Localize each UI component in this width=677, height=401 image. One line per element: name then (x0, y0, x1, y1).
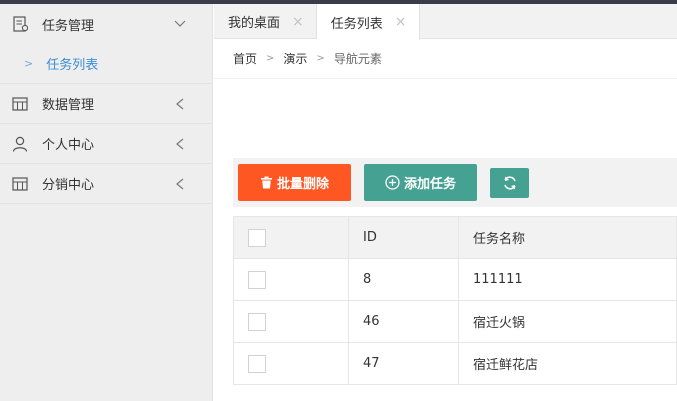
tab-label: 我的桌面 (228, 16, 281, 31)
store-icon (12, 176, 28, 192)
refresh-icon (502, 175, 518, 191)
table-header-row: ID 任务名称 (233, 216, 677, 259)
breadcrumb-demo[interactable]: 演示 (283, 50, 307, 67)
close-icon[interactable]: × (395, 14, 407, 30)
batch-delete-button[interactable]: 批量删除 (238, 164, 351, 201)
tab-task-list[interactable]: 任务列表 × (316, 4, 420, 40)
cell-task-name: 宿迁鲜花店 (458, 342, 677, 385)
select-all-cell (233, 216, 349, 259)
toolbar: 批量删除 添加任务 (233, 158, 677, 207)
add-task-button[interactable]: 添加任务 (364, 164, 477, 201)
refresh-button[interactable] (490, 167, 529, 198)
task-icon (12, 16, 28, 32)
chevron-right-icon: > (24, 57, 34, 70)
plus-circle-icon (385, 175, 400, 190)
sidebar-item-task-management[interactable]: 任务管理 (0, 4, 212, 44)
divider (214, 78, 677, 79)
sidebar-item-personal-center[interactable]: 个人中心 (0, 124, 212, 164)
column-header-task-name[interactable]: 任务名称 (458, 216, 677, 259)
trash-icon (260, 176, 273, 189)
user-icon (12, 136, 28, 152)
cell-id: 46 (348, 300, 459, 343)
row-checkbox-cell (233, 300, 349, 343)
chevron-left-icon (174, 138, 186, 150)
cell-task-name: 111111 (458, 258, 677, 301)
cell-id: 47 (348, 342, 459, 385)
cell-id: 8 (348, 258, 459, 301)
sidebar-subitem-task-list[interactable]: > 任务列表 (0, 44, 212, 84)
row-checkbox[interactable] (248, 312, 266, 331)
sidebar-item-label: 分销中心 (42, 178, 95, 193)
tab-bar: 我的桌面 × 任务列表 × (214, 4, 677, 40)
tab-label: 任务列表 (330, 16, 383, 32)
sidebar-subitem-label: 任务列表 (46, 58, 99, 73)
breadcrumb-separator: > (316, 53, 325, 64)
data-icon (12, 96, 28, 112)
tab-my-desktop[interactable]: 我的桌面 × (214, 4, 317, 39)
cell-task-name: 宿迁火锅 (458, 300, 677, 343)
sidebar-item-label: 个人中心 (42, 138, 95, 153)
table-row: 47 宿迁鲜花店 (233, 342, 677, 385)
sidebar-item-label: 数据管理 (42, 98, 95, 113)
sidebar: 任务管理 > 任务列表 数据管理 个人中心 分销中心 (0, 4, 213, 401)
breadcrumb-current: 导航元素 (333, 52, 382, 66)
row-checkbox[interactable] (248, 270, 266, 289)
sidebar-item-distribution-center[interactable]: 分销中心 (0, 164, 212, 204)
breadcrumb-separator: > (266, 53, 275, 64)
row-checkbox[interactable] (248, 354, 266, 373)
table-row: 46 宿迁火锅 (233, 300, 677, 343)
add-task-label: 添加任务 (403, 177, 456, 192)
task-table: ID 任务名称 8 111111 46 宿迁火锅 47 宿迁鲜花店 (233, 216, 677, 385)
chevron-left-icon (174, 98, 186, 110)
breadcrumb-home[interactable]: 首页 (233, 50, 257, 67)
row-checkbox-cell (233, 342, 349, 385)
table-row: 8 111111 (233, 258, 677, 301)
select-all-checkbox[interactable] (248, 228, 266, 247)
close-icon[interactable]: × (292, 14, 304, 30)
column-header-id[interactable]: ID (348, 216, 459, 259)
sidebar-item-data-management[interactable]: 数据管理 (0, 84, 212, 124)
row-checkbox-cell (233, 258, 349, 301)
batch-delete-label: 批量删除 (276, 177, 329, 192)
chevron-left-icon (174, 178, 186, 190)
breadcrumb: 首页 > 演示 > 导航元素 (233, 50, 382, 67)
sidebar-item-label: 任务管理 (42, 18, 95, 34)
chevron-down-icon (174, 18, 186, 30)
